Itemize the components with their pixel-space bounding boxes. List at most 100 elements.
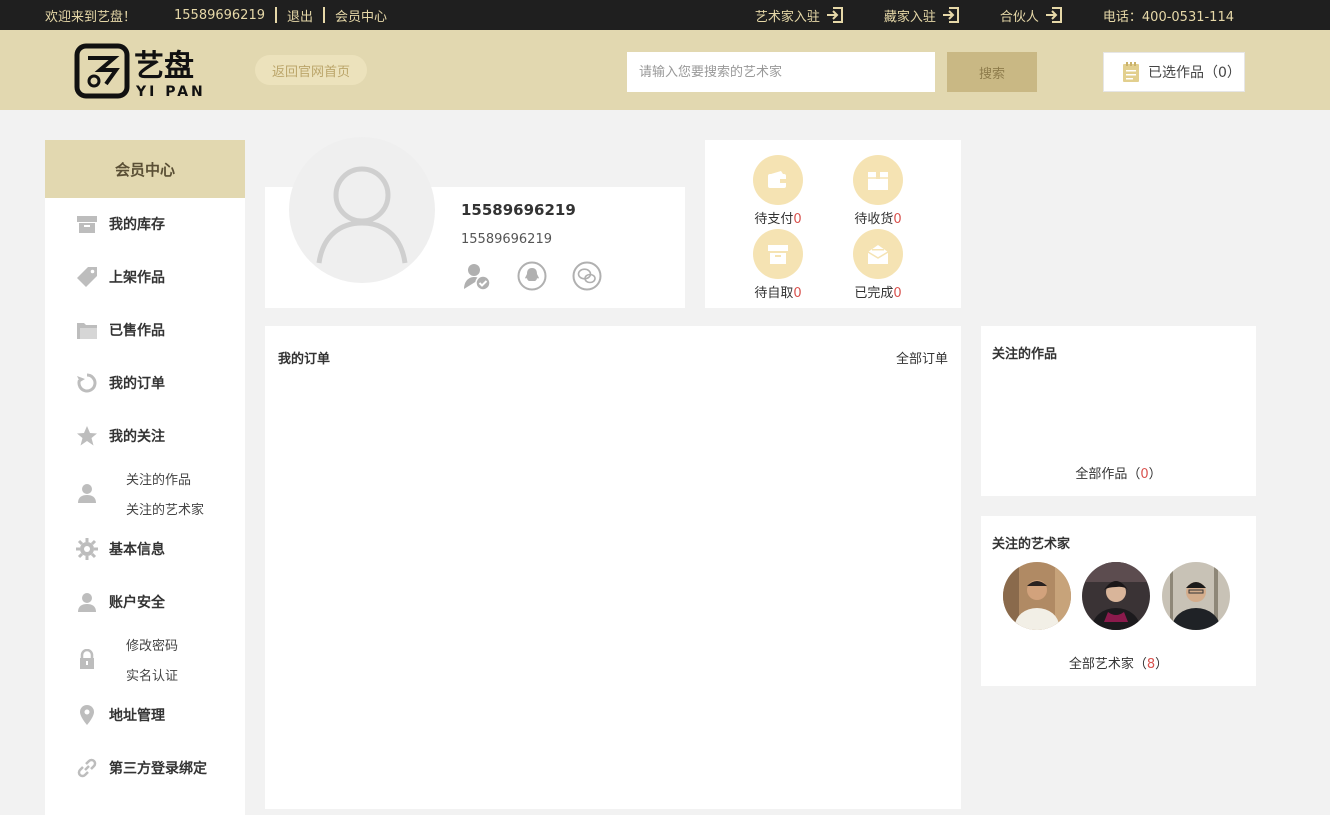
gear-icon: [75, 537, 99, 561]
top-bar-right: 艺术家入驻 藏家入驻 合伙人 电话：400-0531-114: [715, 0, 1234, 30]
sidebar-item-my-follows[interactable]: 我的关注: [45, 421, 245, 451]
artist-join-label: 艺术家入驻: [754, 9, 820, 25]
sidebar-item-label: 账户安全: [109, 595, 165, 611]
search-input[interactable]: [627, 52, 935, 92]
sidebar-subitem-followed-artists[interactable]: 关注的艺术家: [126, 499, 204, 518]
user-phone[interactable]: 15589696219: [174, 8, 265, 23]
sidebar-subitem-change-password[interactable]: 修改密码: [126, 635, 178, 654]
sidebar-item-label: 第三方登录绑定: [109, 761, 207, 777]
artist-avatar[interactable]: [1082, 562, 1150, 630]
login-arrow-icon: [942, 7, 959, 23]
wechat-icon[interactable]: [571, 260, 603, 292]
partner-link[interactable]: 合伙人: [1000, 6, 1063, 25]
status-count: 0: [793, 212, 802, 227]
mail-envelope-icon: [853, 229, 903, 279]
folder-icon: [75, 318, 99, 342]
archive-box-icon: [753, 229, 803, 279]
sidebar-item-label: 我的订单: [109, 376, 165, 392]
top-bar: 欢迎来到艺盘！ 15589696219 退出 会员中心 艺术家入驻 藏家入驻 合…: [0, 0, 1330, 30]
sidebar-item-label: 上架作品: [109, 270, 165, 286]
status-count: 0: [893, 212, 902, 227]
user-icon: [75, 590, 99, 614]
sidebar-item-label: 我的关注: [109, 429, 165, 445]
tag-icon: [75, 265, 99, 289]
my-orders-panel: 我的订单 全部订单: [265, 326, 961, 809]
status-count: 0: [793, 286, 802, 301]
order-status-card: 待支付0 待收货0 待自取0 已完成0: [705, 140, 961, 308]
artist-avatar[interactable]: [1003, 562, 1071, 630]
sidebar-item-basic-info[interactable]: 基本信息: [45, 534, 245, 564]
orders-title: 我的订单: [278, 352, 331, 367]
inventory-box-icon: [75, 212, 99, 236]
sidebar-item-address[interactable]: 地址管理: [45, 700, 245, 730]
notepad-icon: [1123, 62, 1139, 82]
package-icon: [853, 155, 903, 205]
followed-artists-title: 关注的艺术家: [992, 537, 1071, 552]
sidebar-item-label: 地址管理: [109, 708, 165, 724]
sidebar-title: 会员中心: [45, 140, 245, 198]
login-arrow-icon: [1045, 7, 1062, 23]
hotline: 电话：400-0531-114: [1103, 6, 1234, 25]
sidebar-item-account-security[interactable]: 账户安全: [45, 587, 245, 617]
login-arrow-icon: [826, 7, 843, 23]
works-count: 0: [1140, 467, 1149, 482]
qq-icon[interactable]: [516, 260, 548, 292]
avatar[interactable]: [289, 137, 435, 283]
binding-icons: [461, 260, 626, 292]
lock-icon: [75, 647, 99, 671]
logo-text: 艺盘: [134, 49, 194, 84]
refresh-icon: [75, 371, 99, 395]
artist-avatar[interactable]: [1162, 562, 1230, 630]
sidebar-item-label: 我的库存: [109, 217, 165, 233]
logout-link[interactable]: 退出: [287, 6, 313, 25]
sidebar-item-sold-works[interactable]: 已售作品: [45, 315, 245, 345]
sidebar-item-my-orders[interactable]: 我的订单: [45, 368, 245, 398]
member-center-link[interactable]: 会员中心: [335, 6, 387, 25]
sidebar-item-label: 已售作品: [109, 323, 165, 339]
star-icon: [75, 424, 99, 448]
artist-join-link[interactable]: 艺术家入驻: [755, 6, 844, 25]
wallet-icon: [753, 155, 803, 205]
status-label: 待支付0: [754, 212, 802, 227]
profile-phone: 15589696219: [461, 232, 552, 247]
followed-works-panel: 关注的作品 全部作品（0）: [981, 326, 1256, 496]
separator: [275, 7, 277, 23]
artists-count: 8: [1146, 657, 1156, 672]
all-orders-link[interactable]: 全部订单: [896, 348, 948, 367]
status-label: 已完成0: [854, 286, 902, 301]
status-completed[interactable]: 已完成0: [838, 229, 918, 301]
yipan-logo[interactable]: 艺盘 YI PAN: [74, 43, 214, 100]
status-label: 待收货0: [854, 212, 902, 227]
member-sidebar: 会员中心 我的库存 上架作品 已售作品 我的订单 我的关注 关注的作品 关注的艺…: [45, 140, 245, 815]
selected-works-label: 已选作品（0）: [1148, 65, 1241, 81]
top-bar-left: 欢迎来到艺盘！ 15589696219 退出 会员中心: [45, 0, 387, 30]
status-pending-pickup[interactable]: 待自取0: [738, 229, 818, 301]
hotline-text: 电话：400-0531-114: [1102, 9, 1234, 25]
welcome-text: 欢迎来到艺盘！: [45, 9, 137, 25]
sidebar-item-label: 基本信息: [109, 542, 165, 558]
sidebar-item-inventory[interactable]: 我的库存: [45, 209, 245, 239]
header: 艺盘 YI PAN 返回官网首页 搜索 已选作品（0）: [0, 30, 1330, 110]
partner-label: 合伙人: [999, 9, 1039, 25]
sidebar-item-third-party-binding[interactable]: 第三方登录绑定: [45, 753, 245, 783]
back-home-button[interactable]: 返回官网首页: [255, 55, 367, 85]
followed-works-title: 关注的作品: [992, 347, 1058, 362]
status-label: 待自取0: [754, 286, 802, 301]
default-avatar-icon: [316, 166, 408, 264]
search-button[interactable]: 搜索: [947, 52, 1037, 92]
link-icon: [75, 756, 99, 780]
selected-works-button[interactable]: 已选作品（0）: [1103, 52, 1245, 92]
logo-subtext: YI PAN: [135, 84, 206, 99]
followed-artists-panel: 关注的艺术家 全部艺术家（8）: [981, 516, 1256, 686]
all-artists-link[interactable]: 全部艺术家（8）: [981, 653, 1256, 672]
all-works-link[interactable]: 全部作品（0）: [981, 463, 1256, 482]
verified-user-icon[interactable]: [461, 260, 493, 292]
sidebar-subitem-followed-works[interactable]: 关注的作品: [126, 469, 191, 488]
status-count: 0: [893, 286, 902, 301]
profile-name: 15589696219: [461, 201, 576, 219]
status-pending-payment[interactable]: 待支付0: [738, 155, 818, 227]
sidebar-item-listed-works[interactable]: 上架作品: [45, 262, 245, 292]
sidebar-subitem-real-name[interactable]: 实名认证: [126, 665, 178, 684]
collector-join-link[interactable]: 藏家入驻: [884, 6, 960, 25]
status-pending-receipt[interactable]: 待收货0: [838, 155, 918, 227]
